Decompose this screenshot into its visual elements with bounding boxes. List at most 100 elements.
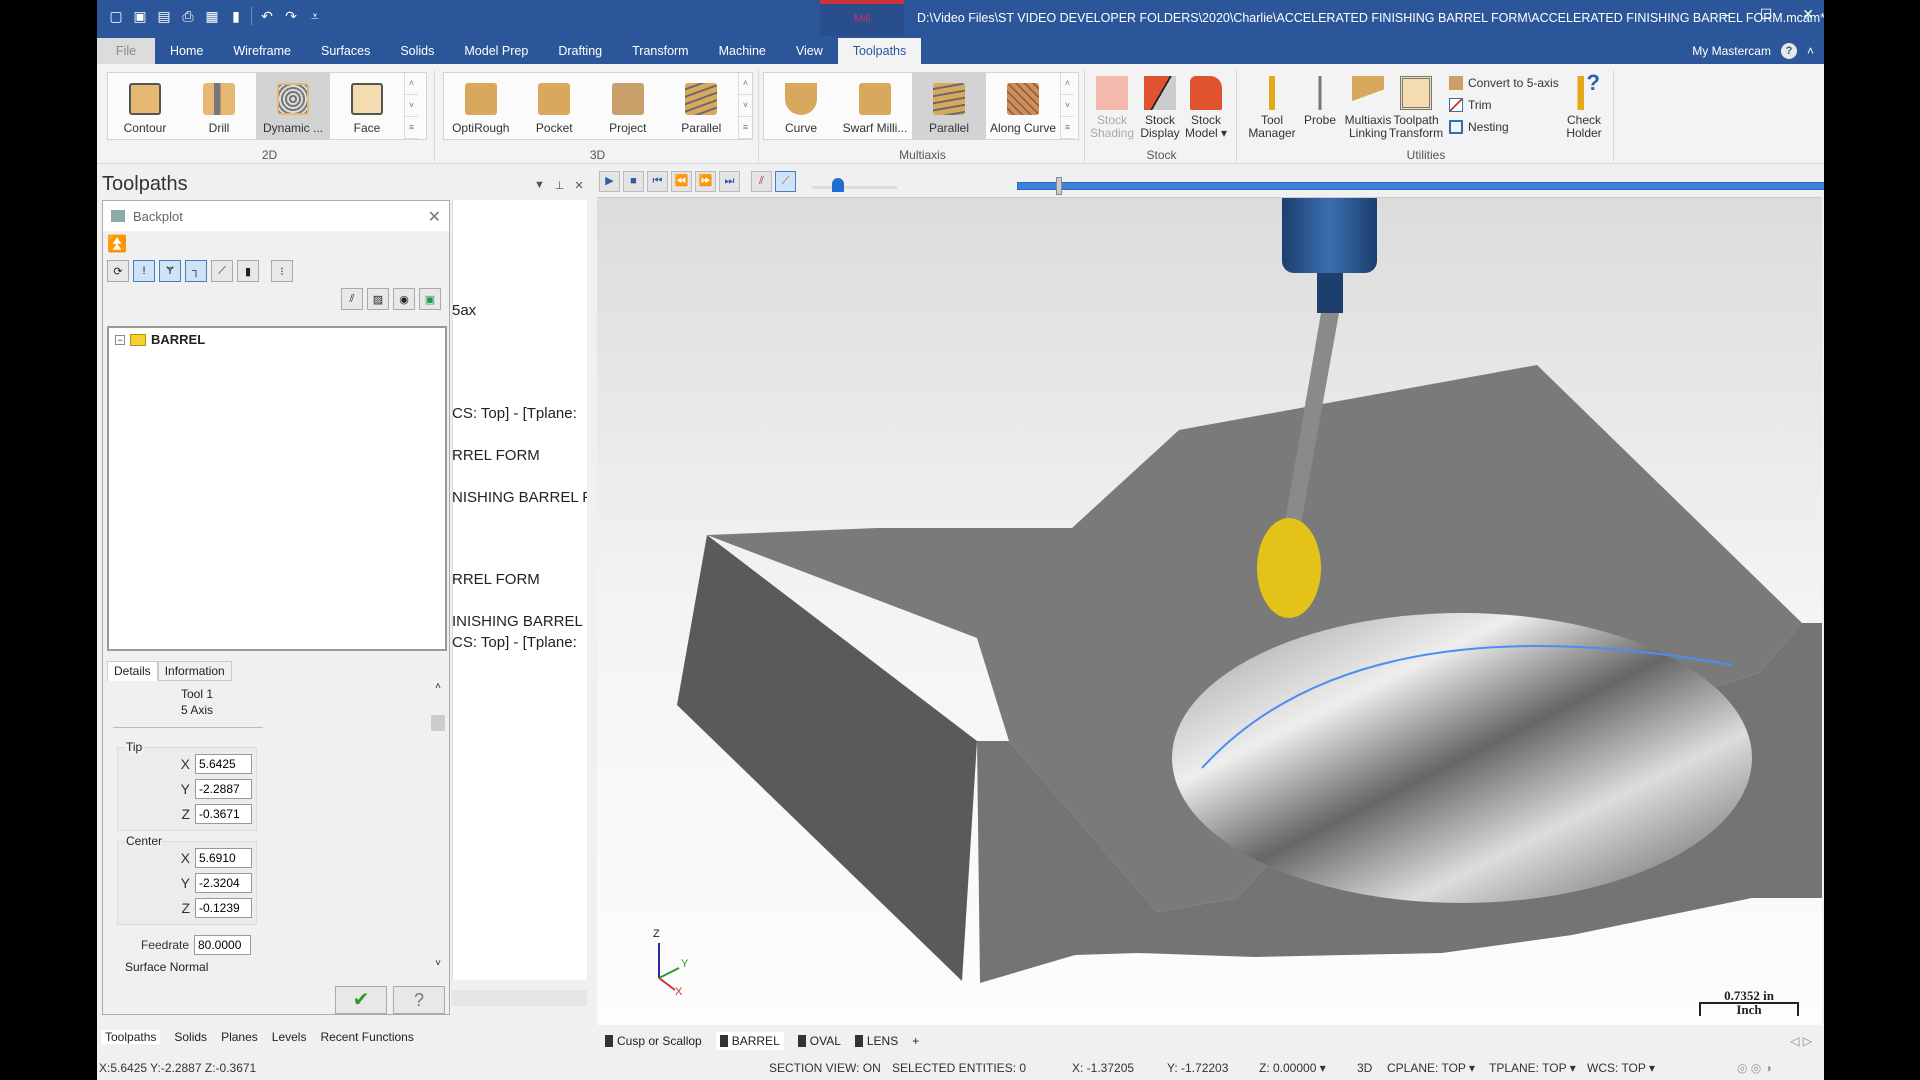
tab-wireframe[interactable]: Wireframe bbox=[218, 38, 306, 64]
gallery-scroll[interactable]: ˄ ˅ ≡ bbox=[1060, 73, 1074, 139]
collapse-up-icon[interactable]: ⏫ bbox=[107, 234, 127, 254]
gallery-scroll[interactable]: ˄ ˅ ≡ bbox=[404, 73, 418, 139]
dynamic-button[interactable]: Dynamic ... bbox=[256, 73, 330, 139]
drill-button[interactable]: Drill bbox=[182, 73, 256, 139]
tab-details[interactable]: Details bbox=[107, 661, 158, 681]
speed-slider-thumb[interactable] bbox=[831, 178, 844, 192]
nesting-button[interactable]: Nesting bbox=[1449, 120, 1509, 134]
mode-3d[interactable]: 3D bbox=[1357, 1061, 1372, 1075]
wcs-status[interactable]: WCS: TOP ▾ bbox=[1587, 1061, 1655, 1075]
tab-model-prep[interactable]: Model Prep bbox=[449, 38, 543, 64]
viewsheet-tab[interactable]: LENS bbox=[854, 1034, 898, 1048]
undo-icon[interactable]: ↶ bbox=[258, 7, 276, 25]
tab-recent-functions[interactable]: Recent Functions bbox=[320, 1030, 413, 1044]
progress-slider-thumb[interactable] bbox=[1056, 177, 1063, 195]
dialog-close-icon[interactable]: ✕ bbox=[428, 207, 441, 227]
toolpath-display-icon[interactable]: ⫽ bbox=[341, 288, 363, 310]
play-button[interactable]: ▶ bbox=[599, 171, 620, 192]
collapse-ribbon-icon[interactable]: ˄ bbox=[1807, 44, 1814, 58]
center-z-field[interactable] bbox=[195, 898, 252, 918]
horizontal-scrollbar[interactable] bbox=[452, 990, 587, 1006]
stock-display-button[interactable]: Stock Display bbox=[1135, 70, 1185, 140]
panel-close-icon[interactable]: ✕ bbox=[574, 179, 583, 192]
collapse-icon[interactable]: − bbox=[115, 334, 125, 345]
save-as-icon[interactable]: ▦ bbox=[203, 7, 221, 25]
viewsheet-tab[interactable]: OVAL bbox=[797, 1034, 841, 1048]
pocket-button[interactable]: Pocket bbox=[518, 73, 592, 139]
tab-solids-manager[interactable]: Solids bbox=[174, 1030, 207, 1044]
optirough-button[interactable]: OptiRough bbox=[444, 73, 518, 139]
viewsheet-tab[interactable]: BARREL bbox=[715, 1032, 784, 1050]
add-viewsheet-button[interactable]: + bbox=[912, 1034, 919, 1048]
trim-button[interactable]: Trim bbox=[1449, 98, 1492, 112]
tip-z-field[interactable] bbox=[195, 804, 252, 824]
multiaxis-linking-button[interactable]: Multiaxis Linking bbox=[1343, 70, 1393, 140]
viewsheet-tab[interactable]: Cusp or Scallop bbox=[605, 1034, 702, 1048]
minimize-button[interactable]: – bbox=[1722, 6, 1730, 23]
tab-toolpaths[interactable]: Toolpaths bbox=[837, 38, 922, 64]
step-back-button[interactable]: ⏪ bbox=[671, 171, 692, 192]
tab-drafting[interactable]: Drafting bbox=[543, 38, 617, 64]
contour-button[interactable]: Contour bbox=[108, 73, 182, 139]
tab-file[interactable]: File bbox=[97, 38, 155, 64]
properties-icon[interactable]: ▮ bbox=[227, 7, 245, 25]
panel-menu-icon[interactable]: ▼ bbox=[534, 179, 545, 192]
tab-toolpaths-manager[interactable]: Toolpaths bbox=[101, 1030, 161, 1044]
tab-transform[interactable]: Transform bbox=[617, 38, 704, 64]
status-y[interactable]: Y: -1.72203 bbox=[1167, 1061, 1228, 1075]
curve-button[interactable]: Curve bbox=[764, 73, 838, 139]
print-icon[interactable]: ⎙ bbox=[179, 7, 197, 25]
check-holder-button[interactable]: ? Check Holder bbox=[1559, 70, 1609, 140]
tree-node-barrel[interactable]: − BARREL bbox=[115, 332, 205, 347]
stock-shading-button[interactable]: Stock Shading bbox=[1087, 70, 1137, 140]
close-button[interactable]: ✕ bbox=[1802, 6, 1814, 23]
status-x[interactable]: X: -1.37205 bbox=[1072, 1061, 1134, 1075]
parallel-multiaxis-button[interactable]: Parallel bbox=[912, 73, 986, 139]
tab-levels-manager[interactable]: Levels bbox=[272, 1030, 307, 1044]
tab-home[interactable]: Home bbox=[155, 38, 218, 64]
details-scrollbar[interactable]: ˄ ˅ bbox=[431, 681, 445, 971]
probe-button[interactable]: Probe bbox=[1295, 70, 1345, 127]
show-holder-icon[interactable]: Ɏ bbox=[159, 260, 181, 282]
tab-solids[interactable]: Solids bbox=[385, 38, 449, 64]
redo-icon[interactable]: ↷ bbox=[282, 7, 300, 25]
customize-icon[interactable]: ⩡ bbox=[306, 7, 324, 25]
stock-model-button[interactable]: Stock Model ▾ bbox=[1181, 70, 1231, 140]
feedrate-field[interactable] bbox=[194, 935, 251, 955]
convert-to-5-axis-button[interactable]: Convert to 5-axis bbox=[1449, 76, 1559, 90]
show-tool-icon[interactable]: ! bbox=[133, 260, 155, 282]
project-button[interactable]: Project bbox=[591, 73, 665, 139]
center-x-field[interactable] bbox=[195, 848, 252, 868]
tool-trace-button[interactable]: ⟋ bbox=[775, 171, 796, 192]
tool-options-icon[interactable]: ⁝ bbox=[271, 260, 293, 282]
new-file-icon[interactable]: ▢ bbox=[107, 7, 125, 25]
my-mastercam-link[interactable]: My Mastercam bbox=[1692, 44, 1771, 58]
cplane-status[interactable]: CPLANE: TOP ▾ bbox=[1387, 1061, 1475, 1075]
screenshot-icon[interactable]: ◉ bbox=[393, 288, 415, 310]
tab-scroll-arrows[interactable]: ◁ ▷ bbox=[1790, 1034, 1812, 1048]
save-geometry-icon[interactable]: ▣ bbox=[419, 288, 441, 310]
tab-view[interactable]: View bbox=[781, 38, 838, 64]
speed-slider[interactable] bbox=[812, 186, 897, 189]
section-view-status[interactable]: SECTION VIEW: ON bbox=[769, 1061, 881, 1075]
step-forward-button[interactable]: ⏩ bbox=[695, 171, 716, 192]
pin-icon[interactable]: ⊥ bbox=[555, 179, 565, 192]
swarf-milling-button[interactable]: Swarf Milli... bbox=[838, 73, 912, 139]
progress-slider[interactable] bbox=[1017, 182, 1824, 190]
maximize-button[interactable]: ☐ bbox=[1760, 6, 1773, 23]
tplane-status[interactable]: TPLANE: TOP ▾ bbox=[1489, 1061, 1576, 1075]
tip-y-field[interactable] bbox=[195, 779, 252, 799]
cycle-icon[interactable]: ⟳ bbox=[107, 260, 129, 282]
save-icon[interactable]: ▣ bbox=[131, 7, 149, 25]
stop-button[interactable]: ■ bbox=[623, 171, 644, 192]
tip-x-field[interactable] bbox=[195, 754, 252, 774]
toolpath-transform-button[interactable]: Toolpath Transform bbox=[1389, 70, 1443, 140]
center-y-field[interactable] bbox=[195, 873, 252, 893]
along-curve-button[interactable]: Along Curve bbox=[986, 73, 1060, 139]
graphics-viewport[interactable]: Z Y X 0.7352 in Inch bbox=[597, 188, 1824, 1025]
hatch-display-icon[interactable]: ▨ bbox=[367, 288, 389, 310]
face-button[interactable]: Face bbox=[330, 73, 404, 139]
skip-end-button[interactable]: ⏭ bbox=[719, 171, 740, 192]
status-z[interactable]: Z: 0.00000 ▾ bbox=[1259, 1061, 1326, 1075]
toolpath-trace-button[interactable]: ⫽ bbox=[751, 171, 772, 192]
